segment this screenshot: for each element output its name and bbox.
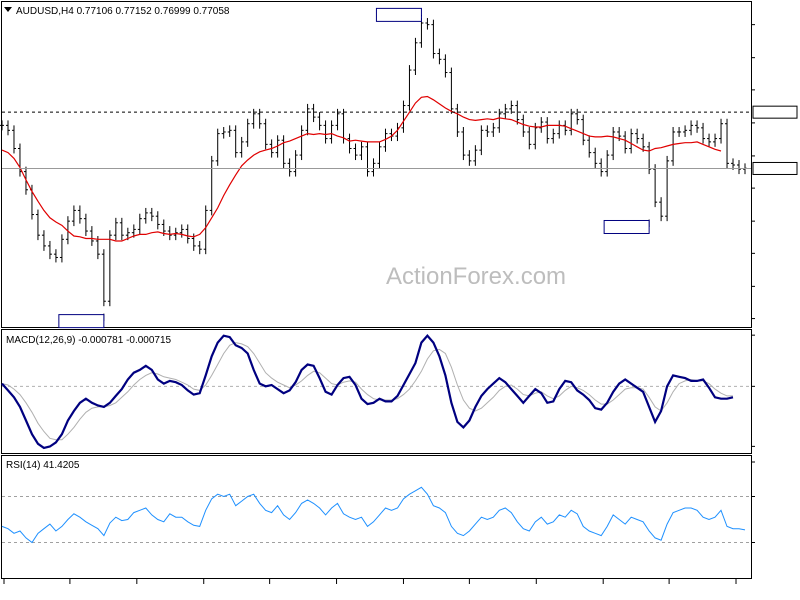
price-title-group: AUDUSD,H4 0.77106 0.77152 0.76999 0.7705…	[4, 6, 230, 17]
price-panel-title: AUDUSD,H4 0.77106 0.77152 0.76999 0.7705…	[16, 6, 230, 17]
annotation-box	[375, 7, 422, 22]
current-price-label-box	[752, 161, 798, 175]
audusd-chart: ActionForex.com AUDUSD,H4 0.77106 0.7715…	[0, 0, 800, 600]
watermark: ActionForex.com	[386, 263, 566, 290]
resistance-level-label-box	[752, 105, 798, 119]
annotation-box	[58, 314, 105, 329]
macd-panel-title: MACD(12,26,9) -0.000781 -0.000715	[6, 335, 172, 346]
annotation-box	[603, 219, 650, 234]
rsi-panel-title: RSI(14) 41.4205	[6, 460, 80, 471]
